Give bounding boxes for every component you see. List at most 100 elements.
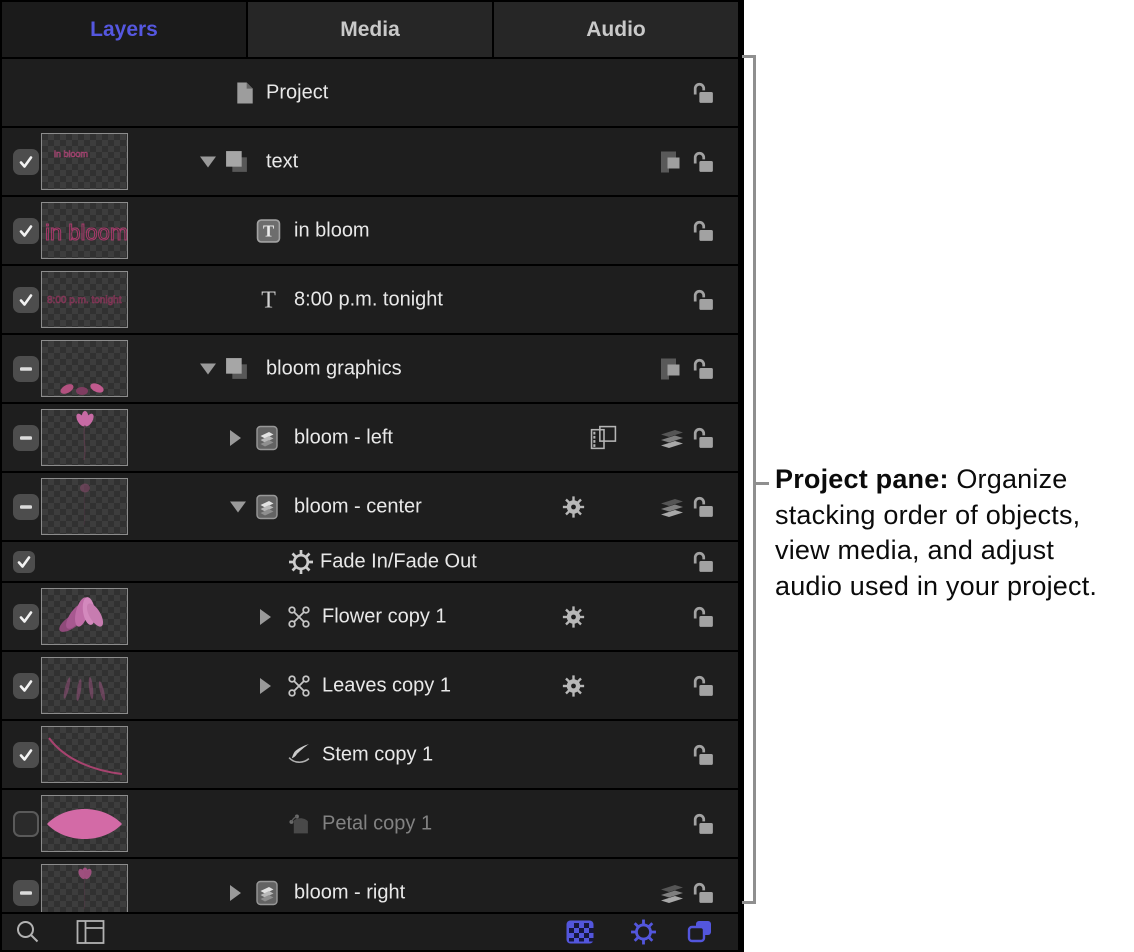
checkerboard-icon[interactable] xyxy=(566,920,594,944)
gear-icon[interactable] xyxy=(562,495,585,518)
layer-row-bloom-right[interactable]: bloom - right xyxy=(2,859,738,912)
layer-row-text[interactable]: in bloomtext xyxy=(2,128,738,197)
replicator-icon xyxy=(286,604,312,630)
layer-thumbnail xyxy=(41,864,128,912)
unlock-icon[interactable] xyxy=(690,742,716,768)
text-box-icon: T xyxy=(256,218,281,243)
visibility-checkbox[interactable] xyxy=(13,742,39,768)
layer-row-petal-copy-1[interactable]: Petal copy 1 xyxy=(2,790,738,859)
group-badge-icon xyxy=(658,356,683,381)
callout-line: view media, and adjust xyxy=(775,533,1134,569)
unlock-icon[interactable] xyxy=(690,287,716,313)
layer-row-bloom-graphics[interactable]: bloom graphics xyxy=(2,335,738,404)
visibility-checkbox[interactable] xyxy=(13,287,39,313)
svg-text:in bloom: in bloom xyxy=(45,220,127,245)
unlock-icon[interactable] xyxy=(690,494,716,520)
gear-blue-icon[interactable] xyxy=(630,919,657,946)
visibility-checkbox[interactable] xyxy=(13,356,39,382)
layer-name: text xyxy=(266,150,298,173)
layout-columns-icon[interactable] xyxy=(76,919,105,945)
layer-name: bloom - center xyxy=(294,495,422,518)
unlock-icon[interactable] xyxy=(690,673,716,699)
layer-row-bloom-left[interactable]: bloom - left xyxy=(2,404,738,473)
layer-thumbnail xyxy=(41,478,128,535)
disclosure-triangle[interactable] xyxy=(200,156,216,167)
bottom-toolbar xyxy=(2,912,738,950)
group-icon xyxy=(224,356,250,382)
callout-text: Project pane: Organizestacking order of … xyxy=(775,462,1134,604)
search-icon[interactable] xyxy=(14,919,41,946)
tab-label: Audio xyxy=(586,18,645,42)
layer-name: in bloom xyxy=(294,219,370,242)
disclosure-triangle[interactable] xyxy=(260,609,271,625)
disclosure-triangle[interactable] xyxy=(200,363,216,374)
visibility-checkbox[interactable] xyxy=(13,218,39,244)
layer-stack-icon xyxy=(256,425,278,451)
media-icon[interactable] xyxy=(590,425,618,451)
unlock-icon[interactable] xyxy=(690,149,716,175)
callout-bracket-mid-tick xyxy=(756,482,769,485)
layer-name: bloom - left xyxy=(294,426,393,449)
visibility-checkbox[interactable] xyxy=(13,494,39,520)
disclosure-triangle[interactable] xyxy=(260,678,271,694)
layers-badge-icon xyxy=(658,427,686,449)
unlock-icon[interactable] xyxy=(690,218,716,244)
visibility-checkbox[interactable] xyxy=(13,673,39,699)
disclosure-triangle[interactable] xyxy=(230,501,246,512)
layer-list: Projectin bloomtext in bloom Tin bloom 8:00… xyxy=(2,59,738,912)
layer-row-project[interactable]: Project xyxy=(2,59,738,128)
document-icon xyxy=(236,82,254,104)
layer-name: Leaves copy 1 xyxy=(322,674,451,697)
gear-icon[interactable] xyxy=(562,674,585,697)
project-pane: LayersMediaAudio Projectin bloomtextin b… xyxy=(0,0,744,952)
layer-row-8-00-p-m-tonight[interactable]: 8:00 p.m. tonightT8:00 p.m. tonight xyxy=(2,266,738,335)
layer-row-fade-in-fade-out[interactable]: Fade In/Fade Out xyxy=(2,542,738,583)
callout-bracket-vertical xyxy=(753,55,756,904)
svg-text:T: T xyxy=(263,221,274,240)
layer-thumbnail: in bloom xyxy=(41,202,128,259)
layer-name: Stem copy 1 xyxy=(322,743,433,766)
layer-thumbnail xyxy=(41,340,128,397)
layer-thumbnail xyxy=(41,657,128,714)
layer-thumbnail xyxy=(41,409,128,466)
disclosure-triangle[interactable] xyxy=(230,430,241,446)
tab-media[interactable]: Media xyxy=(248,2,492,57)
callout-line: Project pane: Organize xyxy=(775,462,1134,498)
visibility-checkbox[interactable] xyxy=(13,880,39,906)
shape-icon xyxy=(286,811,311,836)
gear-icon[interactable] xyxy=(562,605,585,628)
visibility-checkbox[interactable] xyxy=(13,811,39,837)
layer-row-in-bloom[interactable]: in bloom Tin bloom xyxy=(2,197,738,266)
layer-row-stem-copy-1[interactable]: Stem copy 1 xyxy=(2,721,738,790)
visibility-checkbox[interactable] xyxy=(13,149,39,175)
unlock-icon[interactable] xyxy=(690,80,716,106)
brush-icon xyxy=(286,742,312,768)
layer-stack-icon xyxy=(256,494,278,520)
unlock-icon[interactable] xyxy=(690,425,716,451)
layer-stack-icon xyxy=(256,880,278,906)
unlock-icon[interactable] xyxy=(690,811,716,837)
tab-label: Media xyxy=(340,18,400,42)
disclosure-triangle[interactable] xyxy=(230,885,241,901)
tab-audio[interactable]: Audio xyxy=(494,2,738,57)
layers-badge-icon xyxy=(658,496,686,518)
unlock-icon[interactable] xyxy=(690,549,716,575)
visibility-checkbox[interactable] xyxy=(13,604,39,630)
layer-row-leaves-copy-1[interactable]: Leaves copy 1 xyxy=(2,652,738,721)
tab-layers[interactable]: Layers xyxy=(2,2,246,57)
layer-row-flower-copy-1[interactable]: Flower copy 1 xyxy=(2,583,738,652)
layer-name: Petal copy 1 xyxy=(322,812,432,835)
unlock-icon[interactable] xyxy=(690,880,716,906)
behavior-gear-icon xyxy=(288,549,314,575)
overlapping-squares-icon[interactable] xyxy=(686,918,714,946)
layer-name: bloom graphics xyxy=(266,357,402,380)
callout-line: audio used in your project. xyxy=(775,569,1134,605)
visibility-checkbox[interactable] xyxy=(13,425,39,451)
visibility-checkbox[interactable] xyxy=(13,551,35,573)
layer-name: Fade In/Fade Out xyxy=(320,550,477,573)
layer-row-bloom-center[interactable]: bloom - center xyxy=(2,473,738,542)
layer-name: Flower copy 1 xyxy=(322,605,447,628)
unlock-icon[interactable] xyxy=(690,356,716,382)
unlock-icon[interactable] xyxy=(690,604,716,630)
layer-name: 8:00 p.m. tonight xyxy=(294,288,443,311)
